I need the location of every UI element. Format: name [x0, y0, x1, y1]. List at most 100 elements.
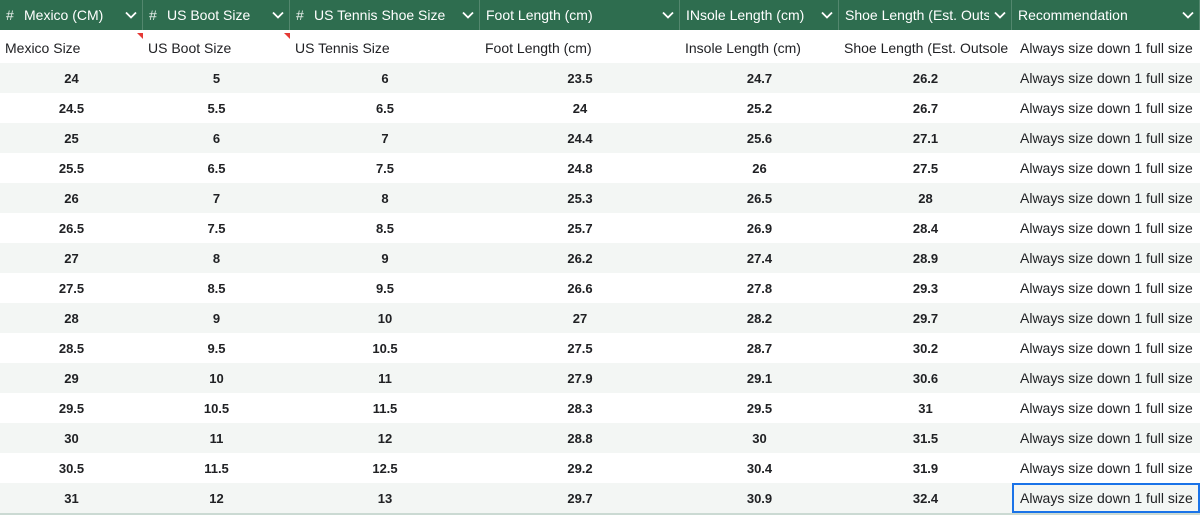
table-cell[interactable]: 28.4	[839, 213, 1012, 243]
table-cell[interactable]: 26.6	[480, 273, 680, 303]
table-cell[interactable]: 10	[290, 303, 480, 333]
column-header-5[interactable]: Shoe Length (Est. Outs	[839, 0, 1012, 30]
table-cell[interactable]: 11.5	[290, 393, 480, 423]
table-cell[interactable]: 27.5	[480, 333, 680, 363]
table-cell[interactable]: 24	[480, 93, 680, 123]
table-cell[interactable]: 25.3	[480, 183, 680, 213]
table-cell[interactable]: 11	[143, 423, 290, 453]
table-cell[interactable]: Always size down 1 full size	[1012, 453, 1200, 483]
table-cell[interactable]: 27	[480, 303, 680, 333]
table-cell[interactable]: 30.5	[0, 453, 143, 483]
table-cell[interactable]: 25	[0, 123, 143, 153]
table-cell[interactable]: Always size down 1 full size	[1012, 393, 1200, 423]
table-cell[interactable]: 27.9	[480, 363, 680, 393]
table-cell[interactable]: 26.7	[839, 93, 1012, 123]
table-cell[interactable]: 6.5	[143, 153, 290, 183]
table-cell[interactable]: 28.3	[480, 393, 680, 423]
table-cell[interactable]: 9	[143, 303, 290, 333]
chevron-down-icon[interactable]	[267, 11, 289, 19]
table-cell[interactable]: 8	[143, 243, 290, 273]
table-cell[interactable]: Always size down 1 full size	[1012, 123, 1200, 153]
table-cell[interactable]: 26	[0, 183, 143, 213]
table-cell[interactable]: Always size down 1 full size	[1012, 423, 1200, 453]
table-cell[interactable]: 12	[290, 423, 480, 453]
table-cell[interactable]: 29.7	[839, 303, 1012, 333]
table-cell[interactable]: 25.2	[680, 93, 839, 123]
table-cell[interactable]: 32.4	[839, 483, 1012, 513]
table-cell[interactable]: 26.2	[480, 243, 680, 273]
table-cell[interactable]: 29.1	[680, 363, 839, 393]
table-cell[interactable]: 5.5	[143, 93, 290, 123]
table-cell[interactable]: 25.6	[680, 123, 839, 153]
table-cell[interactable]: 24	[0, 63, 143, 93]
table-cell[interactable]: 30.9	[680, 483, 839, 513]
table-cell[interactable]: 28.5	[0, 333, 143, 363]
table-cell[interactable]: 26.5	[680, 183, 839, 213]
table-cell[interactable]: 7	[143, 183, 290, 213]
table-cell[interactable]: Always size down 1 full size	[1012, 363, 1200, 393]
chevron-down-icon[interactable]	[989, 11, 1011, 19]
table-cell[interactable]: Always size down 1 full size	[1012, 333, 1200, 363]
table-cell[interactable]: 11	[290, 363, 480, 393]
table-cell[interactable]: Always size down 1 full size	[1012, 153, 1200, 183]
table-cell[interactable]: 30	[680, 423, 839, 453]
table-cell[interactable]: 27.1	[839, 123, 1012, 153]
table-cell[interactable]: 6	[143, 123, 290, 153]
table-cell[interactable]: 27.5	[839, 153, 1012, 183]
table-cell[interactable]: 28.7	[680, 333, 839, 363]
table-cell[interactable]: 29.5	[680, 393, 839, 423]
table-cell[interactable]: 28	[839, 183, 1012, 213]
table-cell[interactable]: 28	[0, 303, 143, 333]
column-header-2[interactable]: # US Tennis Shoe Size	[290, 0, 480, 30]
table-cell[interactable]: Always size down 1 full size	[1012, 273, 1200, 303]
table-cell[interactable]: 13	[290, 483, 480, 513]
table-cell[interactable]: 12	[143, 483, 290, 513]
table-cell[interactable]: Foot Length (cm)	[480, 33, 680, 63]
column-header-6[interactable]: Recommendation	[1012, 0, 1200, 30]
table-cell[interactable]: 29.3	[839, 273, 1012, 303]
table-cell[interactable]: 9	[290, 243, 480, 273]
table-cell[interactable]: Insole Length (cm)	[680, 33, 839, 63]
table-cell[interactable]: 31.9	[839, 453, 1012, 483]
table-cell[interactable]: Always size down 1 full size	[1012, 303, 1200, 333]
table-cell[interactable]: Always size down 1 full size	[1012, 93, 1200, 123]
table-cell[interactable]: 10	[143, 363, 290, 393]
table-cell[interactable]: 27.4	[680, 243, 839, 273]
table-cell[interactable]: Always size down 1 full size	[1012, 243, 1200, 273]
table-cell[interactable]: 9.5	[143, 333, 290, 363]
table-cell[interactable]: Always size down 1 full size	[1012, 183, 1200, 213]
chevron-down-icon[interactable]	[457, 11, 479, 19]
table-cell[interactable]: Always size down 1 full size	[1012, 33, 1200, 63]
table-cell[interactable]: 26.2	[839, 63, 1012, 93]
table-cell[interactable]: 30	[0, 423, 143, 453]
table-cell[interactable]: 7.5	[143, 213, 290, 243]
table-cell[interactable]: 29.2	[480, 453, 680, 483]
chevron-down-icon[interactable]	[816, 11, 838, 19]
table-cell[interactable]: 6.5	[290, 93, 480, 123]
table-cell[interactable]: 10.5	[290, 333, 480, 363]
table-cell[interactable]: 30.4	[680, 453, 839, 483]
table-cell[interactable]: 28.2	[680, 303, 839, 333]
table-cell[interactable]: 26.5	[0, 213, 143, 243]
table-cell[interactable]: 31	[839, 393, 1012, 423]
chevron-down-icon[interactable]	[1177, 11, 1199, 19]
table-cell[interactable]: 24.7	[680, 63, 839, 93]
table-cell[interactable]: 10.5	[143, 393, 290, 423]
table-cell[interactable]: 27	[0, 243, 143, 273]
chevron-down-icon[interactable]	[657, 11, 679, 19]
table-cell[interactable]: Always size down 1 full size	[1012, 483, 1200, 513]
table-cell[interactable]: Always size down 1 full size	[1012, 213, 1200, 243]
table-cell[interactable]: US Tennis Size	[290, 33, 480, 63]
table-cell[interactable]: 5	[143, 63, 290, 93]
table-cell[interactable]: 8.5	[290, 213, 480, 243]
table-cell[interactable]: 26.9	[680, 213, 839, 243]
table-cell[interactable]: 29	[0, 363, 143, 393]
table-cell[interactable]: 24.5	[0, 93, 143, 123]
table-cell[interactable]: 25.7	[480, 213, 680, 243]
table-cell[interactable]: 12.5	[290, 453, 480, 483]
table-cell[interactable]: 27.8	[680, 273, 839, 303]
table-cell[interactable]: 24.8	[480, 153, 680, 183]
table-cell[interactable]: 25.5	[0, 153, 143, 183]
table-cell[interactable]: 7.5	[290, 153, 480, 183]
table-cell[interactable]: 6	[290, 63, 480, 93]
